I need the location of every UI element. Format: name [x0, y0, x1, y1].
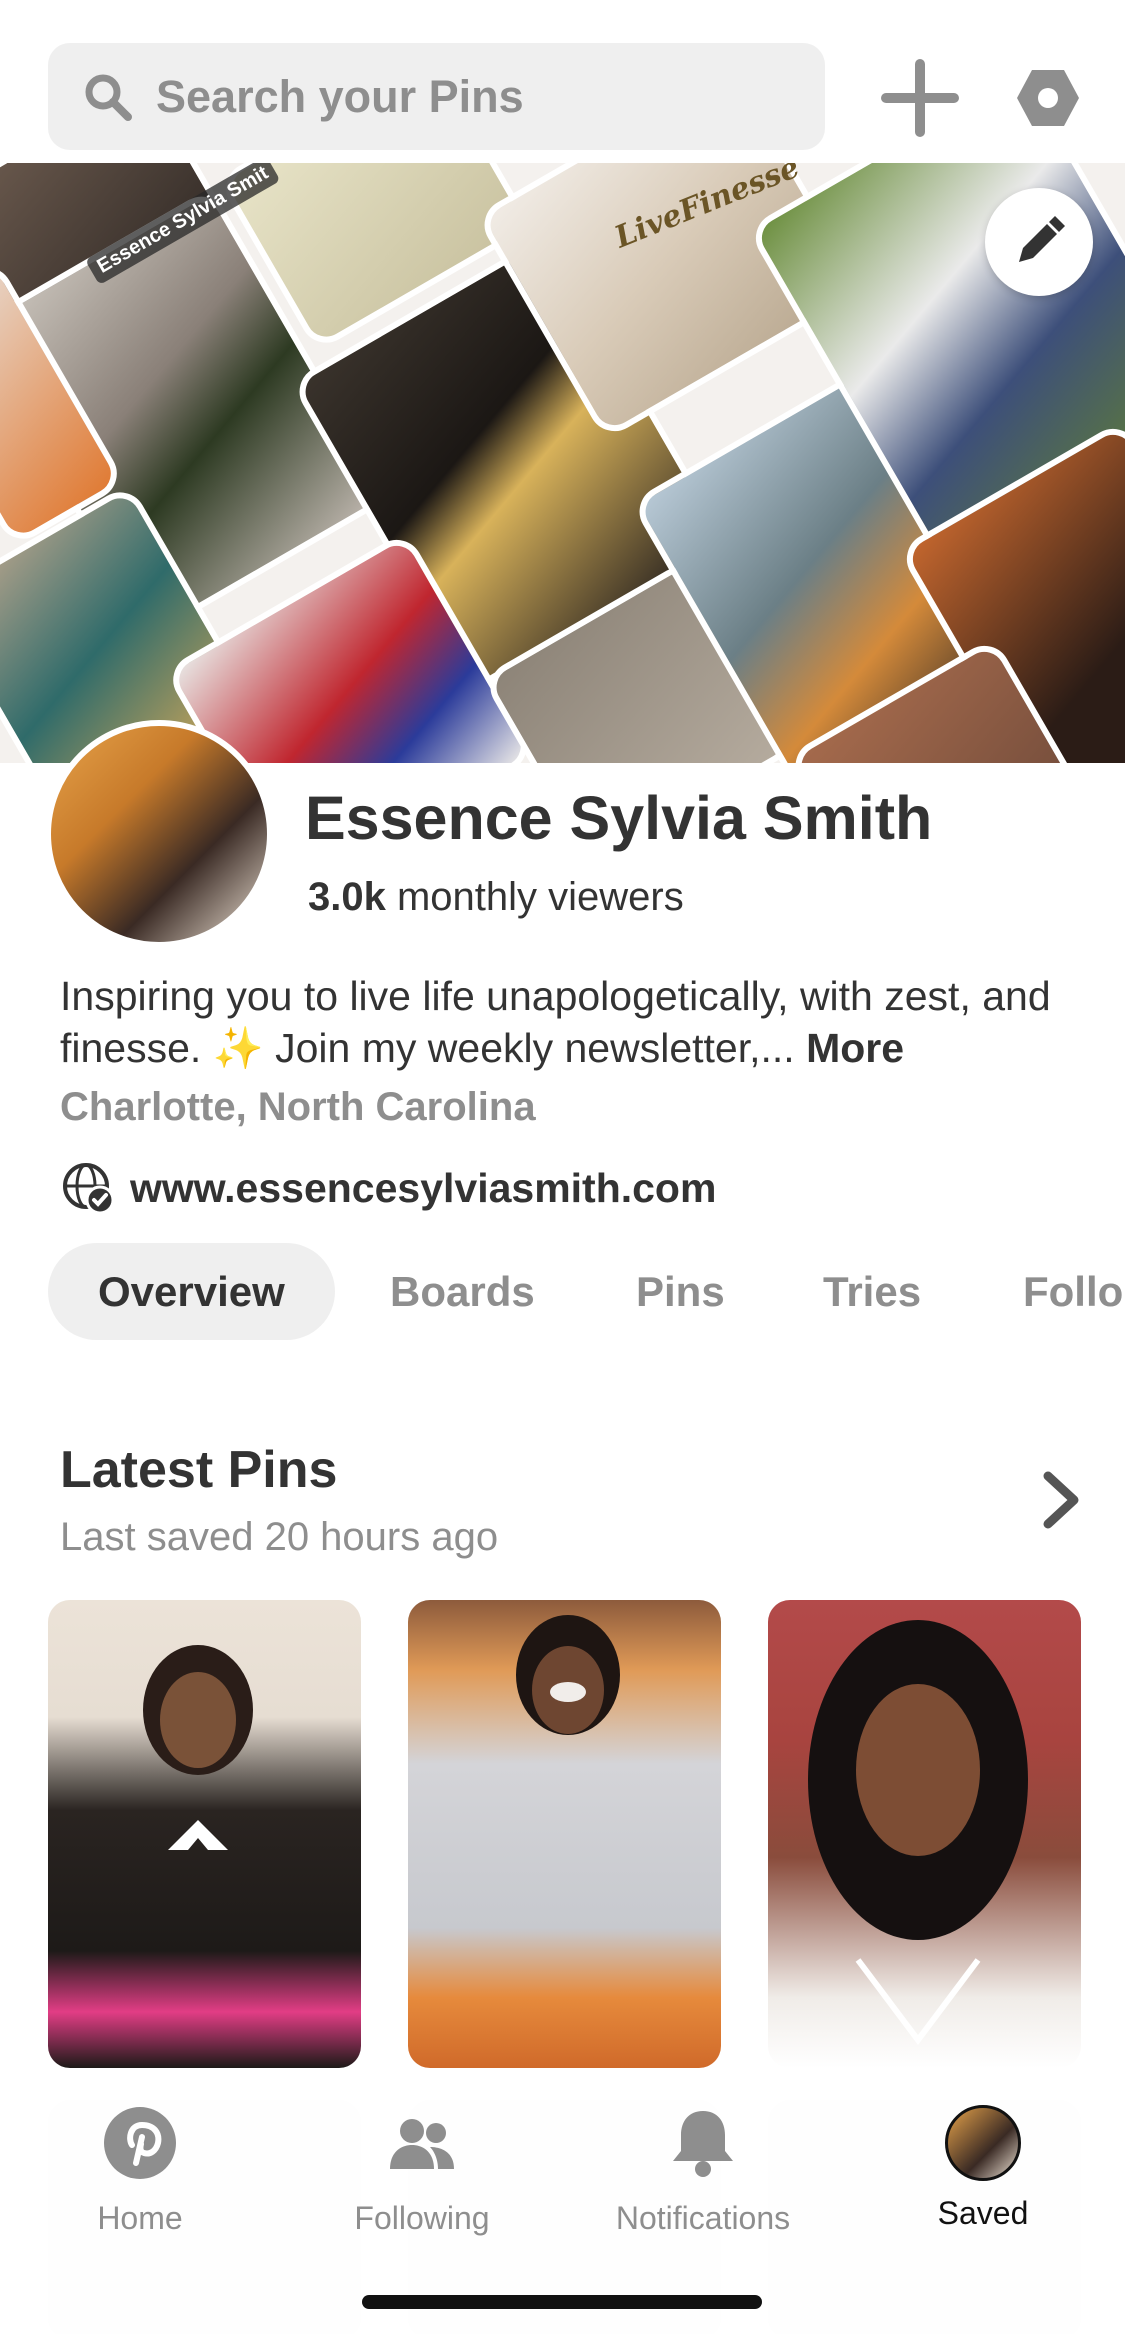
nav-notifications-label: Notifications [615, 2200, 791, 2236]
profile-tabs: Overview Boards Pins Tries Follo [0, 1243, 1125, 1343]
nav-following[interactable]: Following [307, 2105, 537, 2237]
settings-hex-icon[interactable] [1015, 65, 1081, 131]
profile-name: Essence Sylvia Smith [305, 784, 933, 852]
pin-card[interactable] [768, 1600, 1081, 2068]
tab-following[interactable]: Follo [1023, 1243, 1123, 1340]
latest-pins-title: Latest Pins [60, 1441, 338, 1499]
profile-avatar[interactable] [45, 720, 273, 948]
search-placeholder: Search your Pins [156, 70, 524, 122]
nav-home-label: Home [97, 2200, 183, 2236]
profile-bio: Inspiring you to live life unapologetica… [60, 970, 1080, 1074]
nav-following-label: Following [354, 2200, 490, 2236]
cover-collage[interactable]: Essence Sylvia Smit LiveFinesse [0, 163, 1125, 763]
plus-icon[interactable] [880, 58, 960, 138]
pin-image [143, 1645, 253, 1850]
pinterest-logo-icon [104, 2107, 176, 2179]
pin-image [808, 1620, 1028, 2045]
verified-globe-icon [63, 1163, 115, 1215]
viewers-count: 3.0k [308, 875, 386, 919]
viewers-label: monthly viewers [385, 875, 684, 919]
tab-tries[interactable]: Tries [823, 1243, 921, 1340]
chevron-right-icon[interactable] [1040, 1470, 1084, 1530]
profile-website[interactable]: www.essencesylviasmith.com [60, 1160, 716, 1216]
top-bar: Search your Pins [0, 0, 1125, 163]
avatar-icon [945, 2105, 1021, 2181]
people-icon [390, 2119, 454, 2169]
edit-cover-button[interactable] [985, 188, 1093, 296]
pin-card[interactable] [48, 1600, 361, 2068]
tab-overview[interactable]: Overview [48, 1243, 335, 1340]
tab-pins[interactable]: Pins [636, 1243, 725, 1340]
search-input[interactable]: Search your Pins [48, 43, 825, 150]
bell-icon [673, 2111, 733, 2177]
monthly-viewers: 3.0k monthly viewers [308, 875, 684, 920]
nav-saved-label: Saved [937, 2195, 1029, 2231]
profile-location: Charlotte, North Carolina [60, 1085, 536, 1129]
pin-image [516, 1615, 620, 1735]
latest-pins-subtitle: Last saved 20 hours ago [60, 1515, 499, 1559]
nav-home[interactable]: Home [25, 2105, 255, 2237]
tab-boards[interactable]: Boards [390, 1243, 535, 1340]
nav-notifications[interactable]: Notifications [588, 2105, 818, 2237]
home-indicator [362, 2295, 762, 2309]
website-link[interactable]: www.essencesylviasmith.com [130, 1165, 716, 1212]
bio-more-link[interactable]: More [806, 1025, 904, 1071]
pencil-icon [1019, 216, 1065, 262]
nav-saved[interactable]: Saved [868, 2105, 1098, 2232]
pin-card[interactable] [408, 1600, 721, 2068]
search-icon [85, 74, 132, 121]
